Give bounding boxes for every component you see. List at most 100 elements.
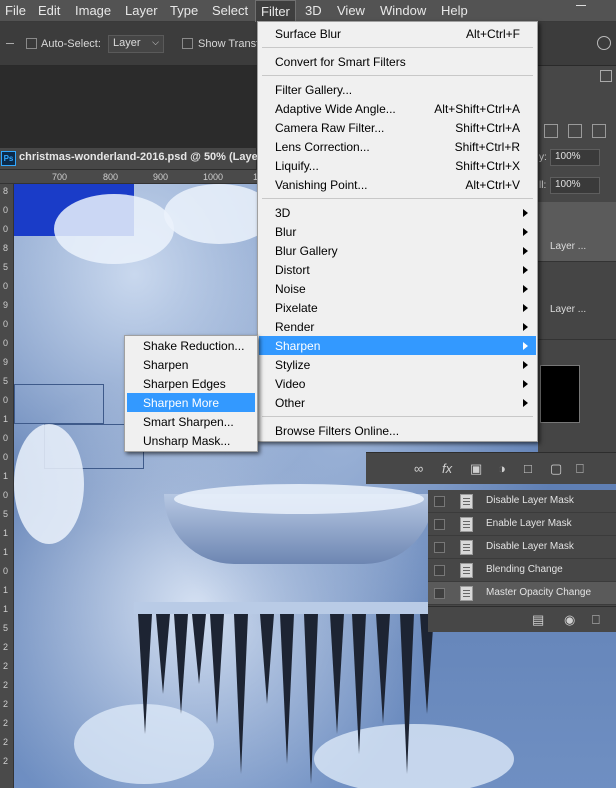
- submenu-arrow-icon: [523, 323, 528, 331]
- ruler-tick: 700: [52, 172, 68, 182]
- menu-3d[interactable]: 3D: [300, 0, 327, 22]
- layer-row[interactable]: Layer ...: [538, 202, 616, 262]
- menu-file[interactable]: File: [0, 0, 31, 22]
- submenu-item-sharpen[interactable]: Sharpen: [127, 355, 255, 374]
- menu-layer[interactable]: Layer: [120, 0, 163, 22]
- ruler-v-digit: 5: [3, 623, 9, 633]
- menu-item-sharpen[interactable]: Sharpen: [259, 336, 536, 355]
- menu-item-blur-gallery[interactable]: Blur Gallery: [259, 241, 536, 260]
- menu-item-convert-smart-filters[interactable]: Convert for Smart Filters: [259, 52, 536, 71]
- auto-select-dropdown[interactable]: Layer ⌵: [108, 35, 164, 53]
- menu-item-render[interactable]: Render: [259, 317, 536, 336]
- history-checkbox[interactable]: [434, 496, 445, 507]
- menu-image[interactable]: Image: [70, 0, 116, 22]
- submenu-item-sharpen-edges[interactable]: Sharpen Edges: [127, 374, 255, 393]
- menu-view[interactable]: View: [332, 0, 370, 22]
- fx-icon[interactable]: fx: [442, 461, 452, 476]
- menu-item-3d[interactable]: 3D: [259, 203, 536, 222]
- mask-icon[interactable]: ▣: [470, 461, 482, 477]
- menu-item-label: Browse Filters Online...: [275, 424, 400, 438]
- menu-item-blur[interactable]: Blur: [259, 222, 536, 241]
- trash-icon[interactable]: ⎕: [576, 461, 584, 477]
- menu-item-label: Convert for Smart Filters: [275, 55, 406, 69]
- ruler-v-digit: 1: [3, 528, 9, 538]
- menu-item-label: Noise: [275, 282, 306, 296]
- adjustment-icon[interactable]: ◑: [498, 461, 506, 476]
- lock-all-icon[interactable]: [592, 124, 606, 138]
- fill-input[interactable]: 100%: [550, 177, 600, 194]
- menu-help[interactable]: Help: [436, 0, 473, 22]
- submenu-item-sharpen-more[interactable]: Sharpen More: [127, 393, 255, 412]
- menu-item-video[interactable]: Video: [259, 374, 536, 393]
- ruler-v-digit: 1: [3, 471, 9, 481]
- menu-item-pixelate[interactable]: Pixelate: [259, 298, 536, 317]
- menu-item-label: Video: [275, 377, 306, 391]
- close-icon[interactable]: [600, 70, 612, 82]
- history-checkbox[interactable]: [434, 519, 445, 530]
- layers-footer: ∞ fx ▣ ◑ □ ▢ ⎕: [366, 452, 616, 484]
- history-item[interactable]: Blending Change: [428, 559, 616, 582]
- menu-item-label: Sharpen: [275, 339, 321, 353]
- icicle: [304, 614, 318, 784]
- menu-item-lens-correction[interactable]: Lens Correction... Shift+Ctrl+R: [259, 137, 536, 156]
- trash-icon[interactable]: ⎕: [592, 612, 600, 628]
- menu-item-other[interactable]: Other: [259, 393, 536, 412]
- menu-item-label: Blur: [275, 225, 297, 239]
- submenu-arrow-icon: [523, 399, 528, 407]
- history-item[interactable]: Disable Layer Mask: [428, 490, 616, 513]
- history-item[interactable]: Disable Layer Mask: [428, 536, 616, 559]
- history-checkbox[interactable]: [434, 542, 445, 553]
- folder-icon[interactable]: □: [524, 461, 532, 476]
- opacity-input[interactable]: 100%: [550, 149, 600, 166]
- show-transform-checkbox[interactable]: [182, 38, 193, 49]
- submenu-item-shake-reduction[interactable]: Shake Reduction...: [127, 336, 255, 355]
- submenu-arrow-icon: [523, 247, 528, 255]
- link-icon[interactable]: ∞: [414, 461, 423, 476]
- lock-pixels-icon[interactable]: [544, 124, 558, 138]
- menu-item-adaptive-wide-angle[interactable]: Adaptive Wide Angle... Alt+Shift+Ctrl+A: [259, 99, 536, 118]
- menu-type[interactable]: Type: [165, 0, 203, 22]
- icicle: [400, 614, 414, 774]
- menu-item-label: Vanishing Point...: [275, 178, 368, 192]
- vertical-ruler: 8 0 0 8 5 0 9 0 0 9 5 0 1 0 0 1 0 5 1 1 0 1 1 5 2 2 2 2 2 2 2: [0, 184, 14, 788]
- camera-icon[interactable]: ◉: [564, 612, 575, 628]
- menu-item-distort[interactable]: Distort: [259, 260, 536, 279]
- lock-position-icon[interactable]: [568, 124, 582, 138]
- history-item-current[interactable]: Master Opacity Change: [428, 582, 616, 605]
- menu-item-stylize[interactable]: Stylize: [259, 355, 536, 374]
- ruler-v-digit: 2: [3, 642, 9, 652]
- align-icon[interactable]: [597, 36, 611, 50]
- menu-item-camera-raw[interactable]: Camera Raw Filter... Shift+Ctrl+A: [259, 118, 536, 137]
- history-checkbox[interactable]: [434, 565, 445, 576]
- menu-item-vanishing-point[interactable]: Vanishing Point... Alt+Ctrl+V: [259, 175, 536, 194]
- submenu-item-unsharp-mask[interactable]: Unsharp Mask...: [127, 431, 255, 450]
- document-icon: [460, 563, 473, 578]
- menu-window[interactable]: Window: [375, 0, 431, 22]
- document-tab[interactable]: Ps christmas-wonderland-2016.psd @ 50% (…: [0, 148, 258, 170]
- layer-row[interactable]: Layer ...: [538, 280, 616, 340]
- history-item[interactable]: Enable Layer Mask: [428, 513, 616, 536]
- minimize-icon[interactable]: [576, 5, 586, 6]
- layer-mask-thumbnail[interactable]: [540, 365, 580, 423]
- submenu-item-smart-sharpen[interactable]: Smart Sharpen...: [127, 412, 255, 431]
- submenu-item-label: Smart Sharpen...: [143, 415, 234, 429]
- grip-icon: [6, 43, 14, 44]
- snow-statue: [54, 194, 174, 264]
- ruler-v-digit: 2: [3, 756, 9, 766]
- document-title: christmas-wonderland-2016.psd @ 50% (Lay…: [19, 151, 258, 163]
- menu-select[interactable]: Select: [207, 0, 253, 22]
- snow-drift: [14, 424, 84, 544]
- menu-item-surface-blur[interactable]: Surface Blur Alt+Ctrl+F: [259, 24, 536, 43]
- menu-item-browse-filters-online[interactable]: Browse Filters Online...: [259, 421, 536, 440]
- new-document-icon[interactable]: ▤: [532, 612, 544, 628]
- menu-edit[interactable]: Edit: [33, 0, 65, 22]
- menu-filter[interactable]: Filter: [255, 0, 296, 22]
- ruler-v-digit: 8: [3, 243, 9, 253]
- menu-item-noise[interactable]: Noise: [259, 279, 536, 298]
- menu-item-filter-gallery[interactable]: Filter Gallery...: [259, 80, 536, 99]
- history-checkbox[interactable]: [434, 588, 445, 599]
- menu-item-liquify[interactable]: Liquify... Shift+Ctrl+X: [259, 156, 536, 175]
- new-layer-icon[interactable]: ▢: [550, 461, 562, 477]
- icicle: [260, 614, 274, 704]
- auto-select-checkbox[interactable]: [26, 38, 37, 49]
